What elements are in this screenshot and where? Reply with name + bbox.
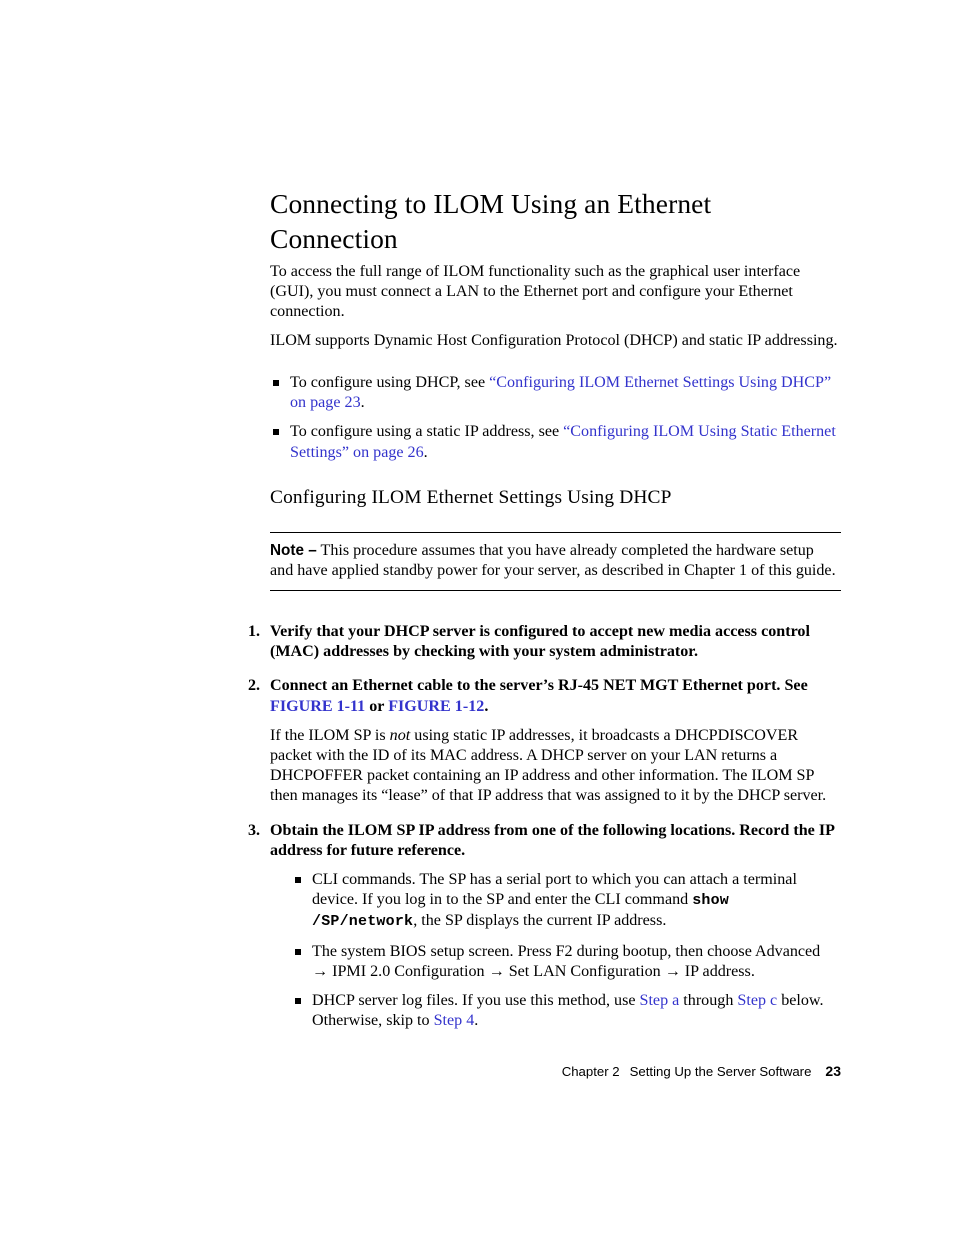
square-bullet-icon — [273, 429, 279, 436]
link-figure-1-12[interactable]: FIGURE 1-12 — [388, 698, 484, 715]
step-title-prefix: Connect an Ethernet cable to the server’… — [270, 677, 808, 695]
intro-bullet-list: To configure using DHCP, see “Configurin… — [272, 373, 840, 463]
note-body: This procedure assumes that you have alr… — [270, 542, 836, 580]
bullet-text-part-1: DHCP server log files. If you use this m… — [312, 992, 640, 1010]
body-part-1: If the ILOM SP is — [270, 726, 390, 744]
square-bullet-icon — [295, 877, 301, 884]
intro-paragraph-2: ILOM supports Dynamic Host Configuration… — [270, 332, 838, 349]
step-number: 2. — [248, 677, 261, 695]
square-bullet-icon — [295, 948, 301, 955]
step-3: 3. Obtain the ILOM SP IP address from on… — [248, 821, 840, 1032]
bullet-text-prefix: To configure using DHCP, see — [290, 374, 490, 391]
note-box: Note – This procedure assumes that you h… — [270, 532, 841, 592]
intro-paragraph-1: To access the full range of ILOM functio… — [270, 263, 801, 321]
document-page: Connecting to ILOM Using an Ethernet Con… — [0, 0, 954, 1235]
footer-title: Setting Up the Server Software — [629, 1064, 812, 1079]
page-title: Connecting to ILOM Using an Ethernet Con… — [270, 188, 712, 254]
procedure-steps: 1. Verify that your DHCP server is confi… — [248, 622, 840, 1043]
page-footer: Chapter 2 Setting Up the Server Software 2… — [270, 1062, 841, 1081]
bullet-text-part-2: through — [679, 992, 738, 1010]
bullet-text-part-1: The system BIOS setup screen. Press F2 d… — [312, 942, 821, 980]
step-title-suffix: . — [484, 697, 489, 715]
bullet-text-part-4: . — [474, 1012, 479, 1030]
square-bullet-icon — [273, 380, 279, 386]
bullet-text-prefix: To configure using a static IP address, … — [290, 423, 564, 441]
step-3-bullet-list: CLI commands. The SP has a serial port t… — [270, 870, 840, 1031]
step-title-mid: or — [365, 697, 389, 715]
list-item: DHCP server log files. If you use this m… — [294, 991, 840, 1031]
step-title: Verify that your DHCP server is configur… — [270, 623, 810, 661]
footer-chapter: Chapter 2 — [561, 1064, 620, 1079]
section-heading: Configuring ILOM Ethernet Settings Using… — [270, 487, 672, 508]
list-item: To configure using a static IP address, … — [272, 422, 840, 462]
link-figure-1-11[interactable]: FIGURE 1-11 — [270, 698, 365, 715]
step-number: 3. — [248, 821, 261, 839]
step-2: 2. Connect an Ethernet cable to the serv… — [248, 676, 840, 806]
step-title: Connect an Ethernet cable to the server’… — [270, 676, 840, 716]
link-step-a[interactable]: Step a — [640, 992, 680, 1009]
body-emphasis: not — [389, 726, 411, 744]
note-text: Note – This procedure assumes that you h… — [270, 541, 841, 581]
note-label: Note – — [270, 542, 317, 559]
square-bullet-icon — [295, 998, 301, 1005]
list-item: CLI commands. The SP has a serial port t… — [294, 870, 840, 933]
bullet-text-part-2: , the SP displays the current IP address… — [413, 912, 667, 930]
list-item: The system BIOS setup screen. Press F2 d… — [294, 942, 840, 982]
step-number: 1. — [248, 623, 261, 640]
step-2-body: If the ILOM SP is not using static IP ad… — [270, 726, 840, 807]
footer-page-number: 23 — [825, 1063, 841, 1079]
link-step-4[interactable]: Step 4 — [434, 1012, 475, 1029]
bullet-text-suffix: . — [360, 394, 365, 412]
step-title: Obtain the ILOM SP IP address from one o… — [270, 821, 835, 859]
list-item: To configure using DHCP, see “Configurin… — [272, 373, 840, 413]
step-1: 1. Verify that your DHCP server is confi… — [248, 622, 840, 662]
bullet-text-suffix: . — [423, 443, 428, 461]
link-step-c[interactable]: Step c — [737, 992, 777, 1009]
